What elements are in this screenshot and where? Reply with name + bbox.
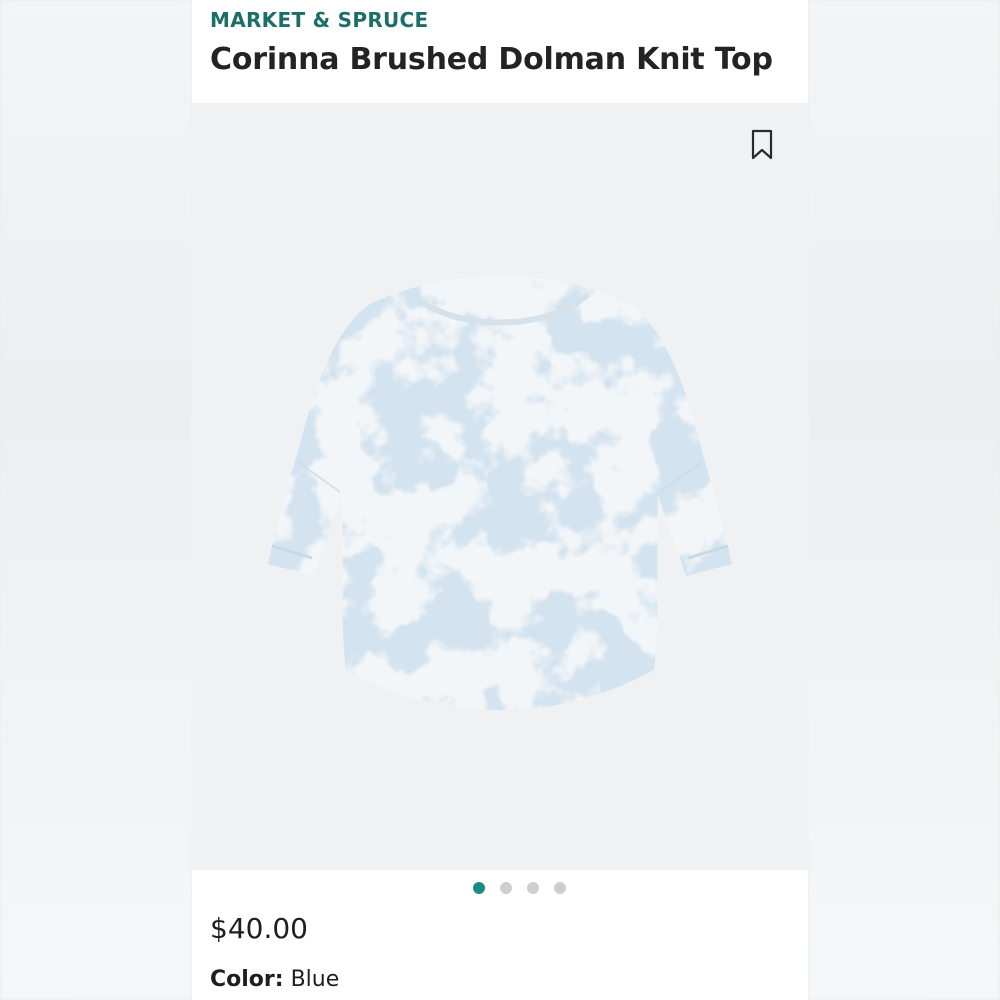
- product-price: $40.00: [210, 912, 308, 945]
- carousel-dot-1[interactable]: [472, 882, 485, 894]
- carousel-dot-2[interactable]: [499, 882, 512, 894]
- product-image-area[interactable]: [192, 103, 808, 870]
- color-value: Blue: [290, 967, 340, 992]
- carousel-dots: [192, 882, 808, 898]
- carousel-dot-3[interactable]: [526, 882, 539, 894]
- product-title: Corinna Brushed Dolman Knit Top: [210, 42, 773, 77]
- brand-name[interactable]: MARKET & SPRUCE: [210, 8, 429, 32]
- bookmark-icon[interactable]: [750, 129, 774, 161]
- color-row: Color: Blue: [210, 967, 339, 992]
- product-card: MARKET & SPRUCE Corinna Brushed Dolman K…: [192, 0, 808, 1000]
- product-image: [268, 276, 732, 710]
- blurred-side-left: [0, 0, 192, 1000]
- carousel-dot-4[interactable]: [553, 882, 566, 894]
- color-label: Color:: [210, 967, 284, 992]
- blurred-side-right: [808, 0, 1000, 1000]
